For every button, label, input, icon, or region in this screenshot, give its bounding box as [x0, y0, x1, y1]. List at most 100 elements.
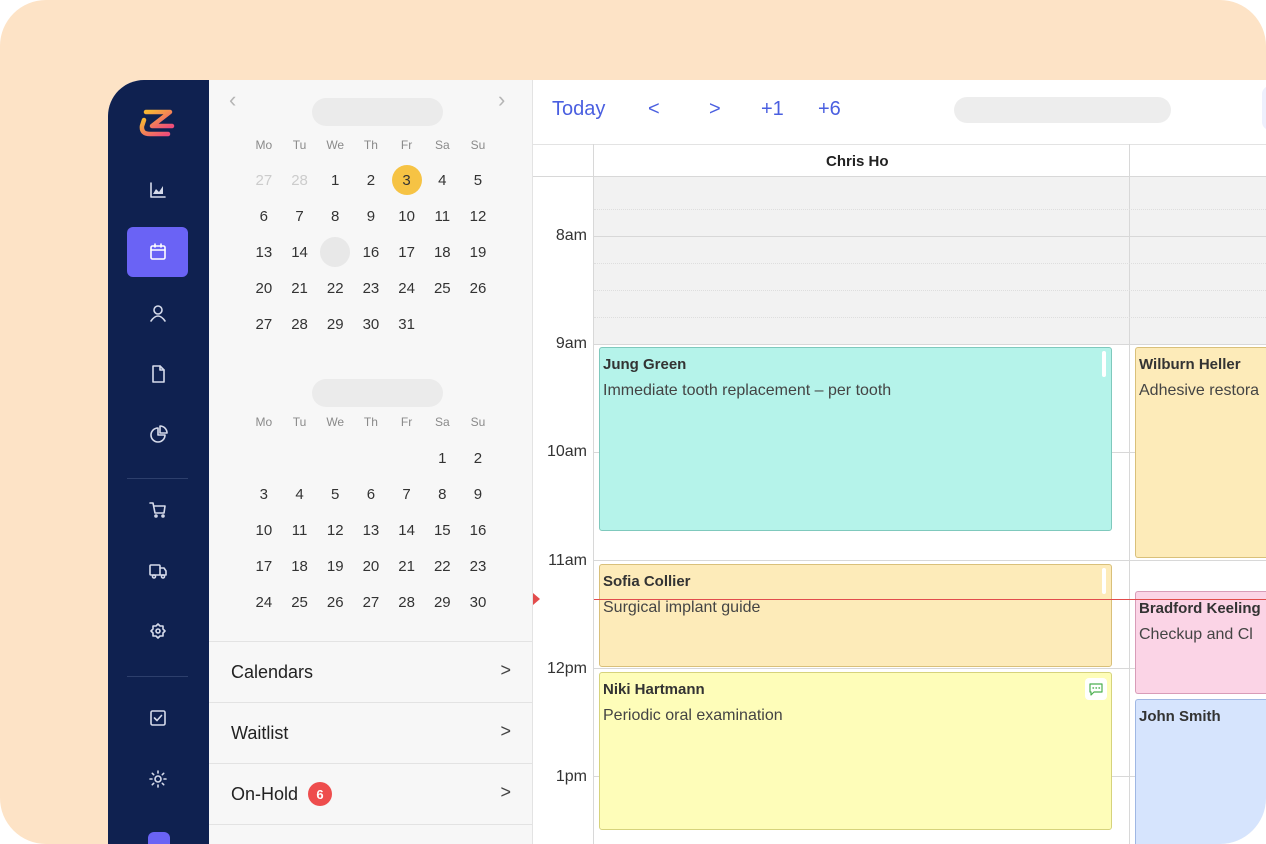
day-cell[interactable]: 3	[246, 478, 282, 510]
calendars-menu-row[interactable]: Calendars >	[209, 641, 533, 702]
day-cell[interactable]	[424, 308, 460, 340]
day-cell[interactable]: 21	[389, 550, 425, 582]
day-cell[interactable]: 26	[317, 586, 353, 618]
day-cell[interactable]: 31	[389, 308, 425, 340]
day-cell[interactable]: 28	[282, 164, 318, 196]
next-day-button[interactable]: >	[709, 98, 721, 121]
day-cell[interactable]: 25	[424, 272, 460, 304]
chevron-right-icon[interactable]: ›	[498, 89, 505, 111]
nav-analytics[interactable]	[127, 165, 188, 215]
day-cell[interactable]: 29	[317, 308, 353, 340]
plus-one-button[interactable]: +1	[761, 98, 784, 121]
day-cell[interactable]: 6	[246, 200, 282, 232]
day-cell[interactable]: 7	[282, 200, 318, 232]
day-cell[interactable]: 27	[246, 308, 282, 340]
day-cell[interactable]: 18	[424, 236, 460, 268]
chevron-left-icon[interactable]: ‹	[229, 89, 236, 111]
day-cell[interactable]: 11	[282, 514, 318, 546]
day-cell[interactable]: 2	[460, 442, 496, 474]
day-cell[interactable]: 24	[389, 272, 425, 304]
appointment-card[interactable]: Niki Hartmann Periodic oral examination	[599, 672, 1112, 830]
appointment-card[interactable]: John Smith	[1135, 699, 1266, 844]
day-cell[interactable]	[353, 442, 389, 474]
appointment-card[interactable]: Wilburn Heller Adhesive restora	[1135, 347, 1266, 558]
day-cell[interactable]: 30	[353, 308, 389, 340]
day-cell[interactable]: 29	[424, 586, 460, 618]
prev-day-button[interactable]: <	[648, 98, 660, 121]
more-menu-row[interactable]	[209, 824, 533, 844]
today-button[interactable]: Today	[552, 98, 605, 121]
day-cell[interactable]: 16	[353, 236, 389, 268]
day-cell[interactable]: 6	[353, 478, 389, 510]
day-cell[interactable]: 9	[353, 200, 389, 232]
nav-clients[interactable]	[127, 288, 188, 338]
day-cell[interactable]: 22	[424, 550, 460, 582]
nav-services[interactable]	[127, 607, 188, 657]
day-cell[interactable]: 1	[317, 164, 353, 196]
day-cell[interactable]: 27	[353, 586, 389, 618]
message-icon[interactable]	[1085, 678, 1107, 700]
day-cell[interactable]: 7	[389, 478, 425, 510]
appointment-card[interactable]: Sofia Collier Surgical implant guide	[599, 564, 1112, 667]
day-cell[interactable]: 1	[424, 442, 460, 474]
day-cell[interactable]: 28	[282, 308, 318, 340]
day-cell[interactable]: 8	[317, 200, 353, 232]
day-cell[interactable]: 28	[389, 586, 425, 618]
day-cell[interactable]	[317, 442, 353, 474]
day-cell[interactable]: 9	[460, 478, 496, 510]
selected-day-cell[interactable]	[317, 236, 353, 268]
appointment-card[interactable]: Bradford Keeling Checkup and Cl	[1135, 591, 1266, 694]
day-cell[interactable]: 4	[424, 164, 460, 196]
day-cell[interactable]: 24	[246, 586, 282, 618]
day-cell[interactable]: 18	[282, 550, 318, 582]
plus-six-button[interactable]: +6	[818, 98, 841, 121]
day-cell[interactable]: 10	[246, 514, 282, 546]
day-cell[interactable]: 13	[246, 236, 282, 268]
nav-pos[interactable]	[127, 485, 188, 535]
day-cell[interactable]	[246, 442, 282, 474]
drag-handle[interactable]	[1102, 351, 1106, 377]
day-cell[interactable]: 30	[460, 586, 496, 618]
nav-tasks[interactable]	[127, 693, 188, 743]
nav-settings[interactable]	[127, 754, 188, 804]
day-cell[interactable]: 17	[389, 236, 425, 268]
day-cell[interactable]: 15	[424, 514, 460, 546]
appointment-card[interactable]: Jung Green Immediate tooth replacement –…	[599, 347, 1112, 531]
day-cell[interactable]: 22	[317, 272, 353, 304]
day-cell[interactable]: 12	[460, 200, 496, 232]
day-cell[interactable]: 4	[282, 478, 318, 510]
day-cell[interactable]: 16	[460, 514, 496, 546]
day-cell[interactable]: 19	[460, 236, 496, 268]
day-cell[interactable]: 11	[424, 200, 460, 232]
day-cell[interactable]	[460, 308, 496, 340]
day-cell[interactable]: 2	[353, 164, 389, 196]
today-cell[interactable]: 3	[389, 164, 425, 196]
nav-delivery[interactable]	[127, 546, 188, 596]
day-cell[interactable]: 13	[353, 514, 389, 546]
day-cell[interactable]: 12	[317, 514, 353, 546]
waitlist-menu-row[interactable]: Waitlist >	[209, 702, 533, 763]
nav-reports[interactable]	[127, 410, 188, 460]
on-hold-menu-row[interactable]: On-Hold 6 >	[209, 763, 533, 824]
day-cell[interactable]: 19	[317, 550, 353, 582]
day-cell[interactable]: 20	[246, 272, 282, 304]
day-cell[interactable]: 21	[282, 272, 318, 304]
day-cell[interactable]: 17	[246, 550, 282, 582]
profile-chip[interactable]	[148, 832, 170, 844]
day-cell[interactable]: 5	[317, 478, 353, 510]
day-cell[interactable]: 8	[424, 478, 460, 510]
drag-handle[interactable]	[1102, 568, 1106, 594]
day-cell[interactable]	[282, 442, 318, 474]
day-cell[interactable]: 5	[460, 164, 496, 196]
day-cell[interactable]: 26	[460, 272, 496, 304]
day-cell[interactable]: 23	[460, 550, 496, 582]
nav-calendar[interactable]	[127, 227, 188, 277]
day-cell[interactable]: 14	[282, 236, 318, 268]
day-cell[interactable]: 10	[389, 200, 425, 232]
day-cell[interactable]: 20	[353, 550, 389, 582]
day-cell[interactable]: 27	[246, 164, 282, 196]
day-cell[interactable]: 23	[353, 272, 389, 304]
toolbar-action-chip[interactable]	[1262, 86, 1266, 130]
day-cell[interactable]: 14	[389, 514, 425, 546]
day-cell[interactable]	[389, 442, 425, 474]
